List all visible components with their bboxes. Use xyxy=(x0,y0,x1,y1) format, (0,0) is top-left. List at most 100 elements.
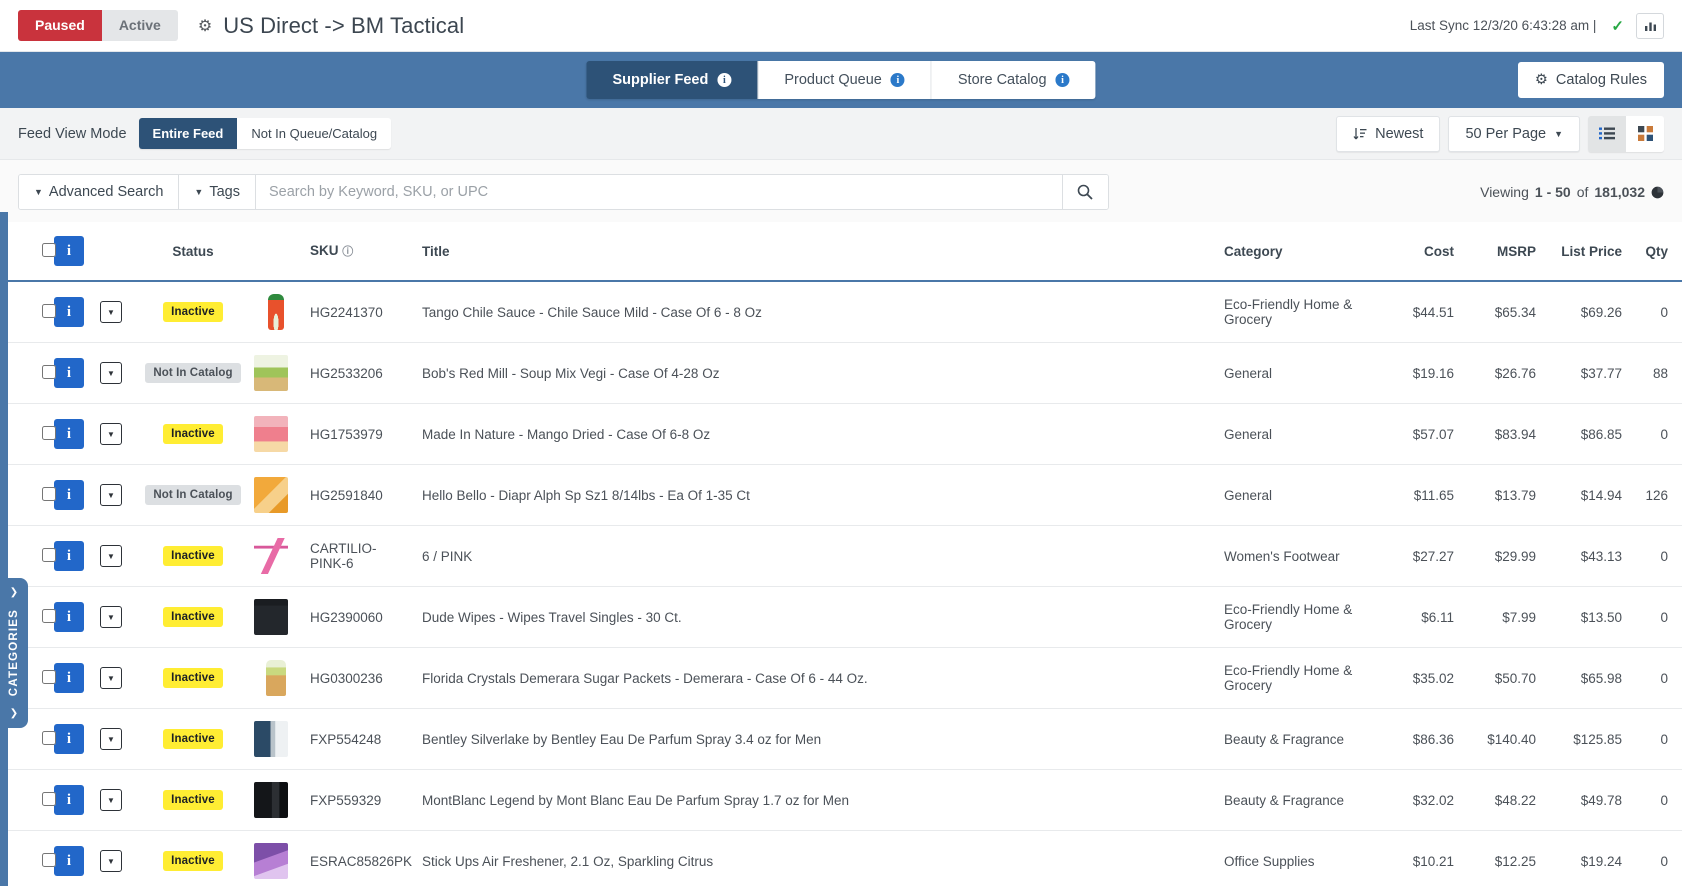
sort-button[interactable]: Newest xyxy=(1336,115,1441,152)
tab-store-catalog[interactable]: Store Catalog i xyxy=(931,61,1096,99)
list-view-button[interactable] xyxy=(1588,115,1626,152)
row-actions-dropdown[interactable]: ▼ xyxy=(100,423,122,445)
row-actions-dropdown[interactable]: ▼ xyxy=(100,606,122,628)
table-row[interactable]: i ▼ Inactive ESRAC85826PK Stick Ups Air … xyxy=(0,830,1682,886)
catalog-rules-label: Catalog Rules xyxy=(1555,72,1647,88)
row-checkbox[interactable] xyxy=(42,608,56,623)
product-thumbnail[interactable] xyxy=(254,721,288,757)
row-info-button[interactable]: i xyxy=(54,724,84,754)
per-page-dropdown[interactable]: 50 Per Page ▼ xyxy=(1448,115,1580,152)
tab-product-queue[interactable]: Product Queue i xyxy=(758,61,932,99)
select-all-checkbox[interactable] xyxy=(42,242,56,257)
msrp-header[interactable]: MSRP xyxy=(1460,222,1542,282)
row-title-cell[interactable]: Florida Crystals Demerara Sugar Packets … xyxy=(416,647,1218,709)
status-paused-button[interactable]: Paused xyxy=(18,9,102,42)
catalog-rules-button[interactable]: ⚙ Catalog Rules xyxy=(1517,62,1664,98)
analytics-button[interactable] xyxy=(1636,12,1664,39)
tab-supplier-feed[interactable]: Supplier Feed i xyxy=(586,61,759,99)
row-checkbox[interactable] xyxy=(42,425,56,440)
row-checkbox[interactable] xyxy=(42,486,56,501)
product-thumbnail[interactable] xyxy=(254,843,288,879)
row-actions-dropdown[interactable]: ▼ xyxy=(100,301,122,323)
product-thumbnail[interactable] xyxy=(254,782,288,818)
row-checkbox[interactable] xyxy=(42,730,56,745)
row-checkbox[interactable] xyxy=(42,669,56,684)
info-icon[interactable]: i xyxy=(54,236,84,266)
product-thumbnail[interactable] xyxy=(266,660,286,696)
search-input[interactable] xyxy=(255,175,1062,209)
row-title-cell[interactable]: Dude Wipes - Wipes Travel Singles - 30 C… xyxy=(416,586,1218,648)
row-info-button[interactable]: i xyxy=(54,419,84,449)
product-thumbnail[interactable] xyxy=(254,538,288,574)
row-title-cell[interactable]: Bob's Red Mill - Soup Mix Vegi - Case Of… xyxy=(416,342,1218,404)
feed-status-toggle[interactable]: Paused Active xyxy=(18,9,178,42)
list-price-header[interactable]: List Price xyxy=(1542,222,1628,282)
row-title-cell[interactable]: Hello Bello - Diapr Alph Sp Sz1 8/14lbs … xyxy=(416,464,1218,526)
row-title-cell[interactable]: Bentley Silverlake by Bentley Eau De Par… xyxy=(416,708,1218,770)
status-header[interactable]: Status xyxy=(138,222,248,282)
tags-dropdown[interactable]: ▼ Tags xyxy=(179,175,256,209)
gear-icon[interactable]: ⚙ xyxy=(198,16,212,36)
table-row[interactable]: i ▼ Inactive HG0300236 Florida Crystals … xyxy=(0,647,1682,709)
product-thumbnail[interactable] xyxy=(254,416,288,452)
sku-header[interactable]: SKU ⓘ xyxy=(304,222,416,282)
row-info-button[interactable]: i xyxy=(54,358,84,388)
title-header[interactable]: Title xyxy=(416,222,1218,282)
grid-view-button[interactable] xyxy=(1626,115,1664,152)
cost-header[interactable]: Cost xyxy=(1378,222,1460,282)
table-row[interactable]: i ▼ Inactive HG2241370 Tango Chile Sauce… xyxy=(0,281,1682,343)
table-row[interactable]: i ▼ Inactive CARTILIO-PINK-6 6 / PINK Wo… xyxy=(0,525,1682,587)
row-actions-dropdown[interactable]: ▼ xyxy=(100,850,122,872)
pie-chart-icon[interactable] xyxy=(1651,186,1664,199)
row-title-cell[interactable]: MontBlanc Legend by Mont Blanc Eau De Pa… xyxy=(416,769,1218,831)
table-row[interactable]: i ▼ Inactive FXP554248 Bentley Silverlak… xyxy=(0,708,1682,770)
info-icon[interactable]: i xyxy=(717,73,732,87)
row-info-button[interactable]: i xyxy=(54,663,84,693)
row-checkbox[interactable] xyxy=(42,791,56,806)
row-info-button[interactable]: i xyxy=(54,297,84,327)
row-checkbox[interactable] xyxy=(42,364,56,379)
row-info-button[interactable]: i xyxy=(54,846,84,876)
view-mode-entire-feed[interactable]: Entire Feed xyxy=(138,118,238,149)
feed-view-mode-toggle[interactable]: Entire Feed Not In Queue/Catalog xyxy=(138,118,392,149)
row-title-cell[interactable]: 6 / PINK xyxy=(416,525,1218,587)
table-row[interactable]: i ▼ Not In Catalog HG2591840 Hello Bello… xyxy=(0,464,1682,526)
layout-view-toggle[interactable] xyxy=(1588,115,1664,152)
product-thumbnail[interactable] xyxy=(254,477,288,513)
row-title-cell[interactable]: Stick Ups Air Freshener, 2.1 Oz, Sparkli… xyxy=(416,830,1218,886)
row-checkbox[interactable] xyxy=(42,852,56,867)
category-header[interactable]: Category xyxy=(1218,222,1378,282)
table-row[interactable]: i ▼ Inactive FXP559329 MontBlanc Legend … xyxy=(0,769,1682,831)
row-actions-cell: ▼ xyxy=(94,647,138,709)
row-cost-cell: $19.16 xyxy=(1378,342,1460,404)
row-checkbox[interactable] xyxy=(42,547,56,562)
row-actions-dropdown[interactable]: ▼ xyxy=(100,545,122,567)
row-actions-dropdown[interactable]: ▼ xyxy=(100,789,122,811)
qty-header[interactable]: Qty xyxy=(1628,222,1682,282)
row-actions-dropdown[interactable]: ▼ xyxy=(100,484,122,506)
table-row[interactable]: i ▼ Inactive HG1753979 Made In Nature - … xyxy=(0,403,1682,465)
categories-side-tab[interactable]: ❯ CATEGORIES ❯ xyxy=(0,578,28,728)
row-checkbox[interactable] xyxy=(42,303,56,318)
status-active-button[interactable]: Active xyxy=(101,9,178,42)
row-actions-dropdown[interactable]: ▼ xyxy=(100,728,122,750)
row-info-button[interactable]: i xyxy=(54,602,84,632)
search-button[interactable] xyxy=(1061,175,1108,209)
advanced-search-dropdown[interactable]: ▼ Advanced Search xyxy=(19,175,180,209)
table-row[interactable]: i ▼ Not In Catalog HG2533206 Bob's Red M… xyxy=(0,342,1682,404)
row-info-button[interactable]: i xyxy=(54,541,84,571)
product-thumbnail[interactable] xyxy=(254,355,288,391)
row-info-button[interactable]: i xyxy=(54,480,84,510)
product-thumbnail[interactable] xyxy=(254,599,288,635)
row-title-cell[interactable]: Made In Nature - Mango Dried - Case Of 6… xyxy=(416,403,1218,465)
question-circle-icon[interactable]: ⓘ xyxy=(342,246,353,258)
row-info-button[interactable]: i xyxy=(54,785,84,815)
info-icon[interactable]: i xyxy=(890,73,905,87)
row-actions-dropdown[interactable]: ▼ xyxy=(100,362,122,384)
product-thumbnail[interactable] xyxy=(268,294,284,330)
row-actions-dropdown[interactable]: ▼ xyxy=(100,667,122,689)
view-mode-not-in-queue-catalog[interactable]: Not In Queue/Catalog xyxy=(237,118,392,149)
table-row[interactable]: i ▼ Inactive HG2390060 Dude Wipes - Wipe… xyxy=(0,586,1682,648)
info-icon[interactable]: i xyxy=(1055,73,1070,87)
row-title-cell[interactable]: Tango Chile Sauce - Chile Sauce Mild - C… xyxy=(416,281,1218,343)
